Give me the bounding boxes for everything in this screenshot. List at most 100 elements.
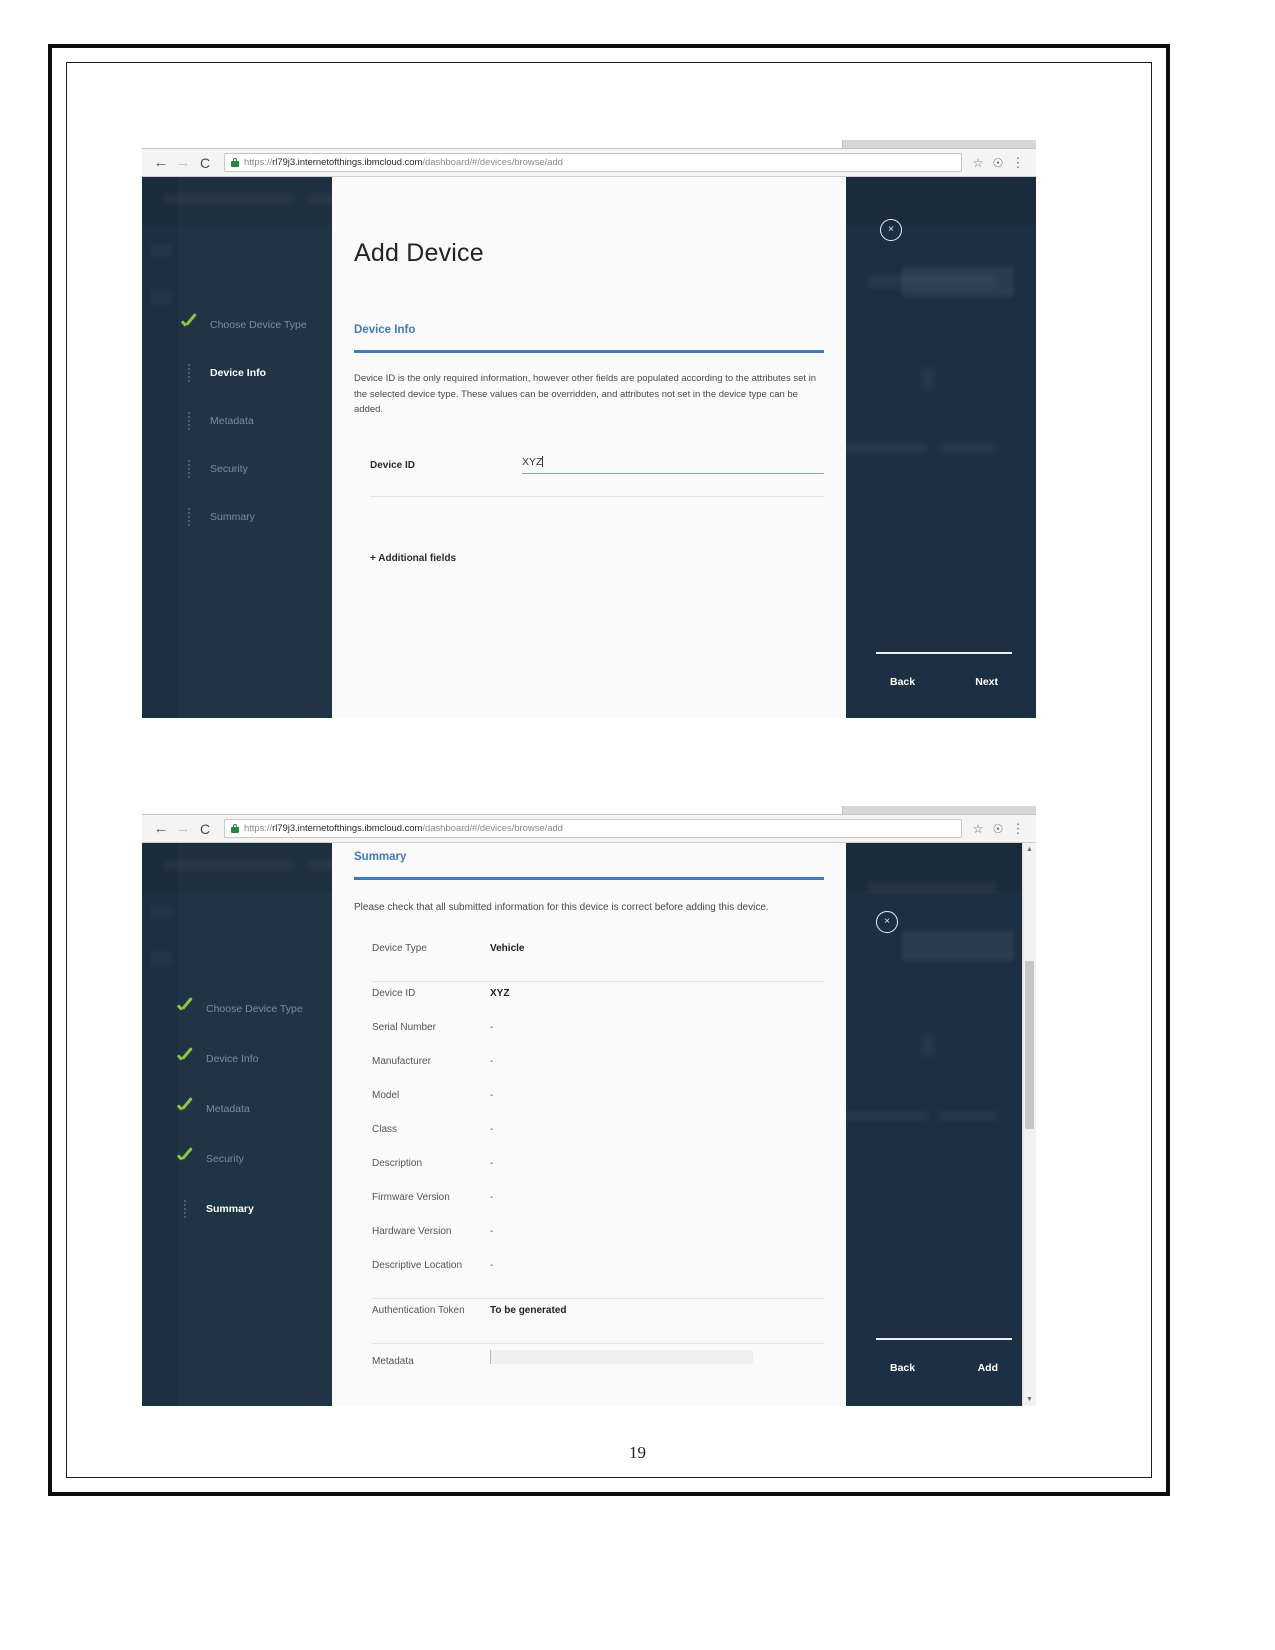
app-viewport-bottom: Choose Device Type Device Info Metadata …: [142, 843, 1036, 1406]
sidebar-step-summary[interactable]: Summary: [176, 506, 255, 528]
chevron-up-icon[interactable]: ▲: [1023, 843, 1036, 856]
sidebar-step-choose-device-type[interactable]: Choose Device Type: [172, 998, 303, 1020]
sidebar-step-metadata[interactable]: Metadata: [176, 410, 254, 432]
kebab-menu-icon[interactable]: ⋮: [1008, 152, 1028, 174]
table-row: Model -: [372, 1090, 824, 1124]
summary-key: Manufacturer: [372, 1056, 431, 1067]
summary-divider: [372, 1343, 824, 1344]
summary-value: XYZ: [490, 988, 510, 999]
next-button[interactable]: Next: [975, 676, 998, 688]
field-divider: [370, 496, 824, 498]
sidebar-step-security[interactable]: Security: [172, 1148, 244, 1170]
table-row: Manufacturer -: [372, 1056, 824, 1090]
sidebar-step-device-info[interactable]: Device Info: [176, 362, 266, 384]
address-bar-bottom[interactable]: https://rl79j3.internetofthings.ibmcloud…: [224, 819, 962, 838]
browser-toolbar-bottom: ← → C https://rl79j3.internetofthings.ib…: [142, 815, 1036, 843]
table-row: Class -: [372, 1124, 824, 1158]
summary-key: Serial Number: [372, 1022, 436, 1033]
text-caret: [542, 456, 544, 468]
table-row: Device Type Vehicle: [372, 943, 824, 977]
summary-table: Device Type Vehicle Device ID XYZ Serial…: [354, 943, 824, 1384]
summary-value: -: [490, 1022, 494, 1033]
footer-divider: [876, 1338, 1012, 1340]
table-row: Device ID XYZ: [372, 988, 824, 1022]
browser-tab-strip-bottom[interactable]: [142, 806, 1036, 815]
table-row: Metadata: [372, 1350, 824, 1384]
step-check-icon: [172, 1151, 198, 1167]
step-label: Summary: [210, 511, 255, 523]
summary-value: -: [490, 1260, 494, 1271]
step-label: Security: [210, 463, 248, 475]
summary-key: Description: [372, 1158, 423, 1169]
summary-key: Class: [372, 1124, 398, 1135]
device-id-field-row: Device ID XYZ: [354, 452, 824, 475]
table-row: Description -: [372, 1158, 824, 1192]
step-check-icon: [176, 317, 202, 333]
step-check-icon: [172, 1101, 198, 1117]
device-id-label: Device ID: [370, 460, 416, 472]
profile-icon[interactable]: ☉: [988, 152, 1008, 174]
active-tab[interactable]: [142, 140, 843, 148]
summary-key: Model: [372, 1090, 400, 1101]
chevron-down-icon[interactable]: ▼: [1023, 1393, 1036, 1406]
table-row: Authentication Token To be generated: [372, 1305, 824, 1339]
close-icon[interactable]: ×: [876, 911, 898, 933]
reload-icon[interactable]: C: [194, 152, 216, 174]
summary-value: -: [490, 1124, 494, 1135]
summary-key: Hardware Version: [372, 1226, 452, 1237]
star-icon[interactable]: ☆: [968, 152, 988, 174]
device-id-input[interactable]: XYZ: [522, 452, 824, 475]
browser-tab-strip-top[interactable]: [142, 140, 1036, 149]
sidebar-step-device-info[interactable]: Device Info: [172, 1048, 259, 1070]
step-label: Security: [206, 1153, 244, 1165]
vertical-scrollbar[interactable]: ▲ ▼: [1022, 843, 1036, 1406]
lock-icon: [231, 824, 239, 833]
back-arrow-icon[interactable]: ←: [150, 818, 172, 840]
profile-icon[interactable]: ☉: [988, 818, 1008, 840]
additional-fields-link[interactable]: + Additional fields: [354, 553, 824, 564]
active-tab[interactable]: [142, 806, 843, 814]
section-underline: [354, 877, 824, 880]
summary-note: Please check that all submitted informat…: [354, 902, 769, 913]
lock-icon: [231, 158, 239, 167]
modal-footer-top: Back Next: [876, 652, 1012, 688]
scrollbar-thumb[interactable]: [1025, 961, 1034, 1129]
reload-icon[interactable]: C: [194, 818, 216, 840]
summary-divider: [372, 1298, 824, 1299]
back-button[interactable]: Back: [890, 676, 915, 688]
table-row: Descriptive Location -: [372, 1260, 824, 1294]
step-check-icon: [172, 1001, 198, 1017]
app-viewport-top: Choose Device Type Device Info Metadata …: [142, 177, 1036, 718]
add-device-summary-modal: Summary Please check that all submitted …: [332, 843, 846, 1406]
step-label: Choose Device Type: [206, 1003, 303, 1015]
browser-window-bottom: ← → C https://rl79j3.internetofthings.ib…: [142, 806, 1036, 1406]
step-dots-icon: [176, 508, 202, 526]
step-label: Device Info: [210, 367, 267, 379]
summary-value: -: [490, 1158, 494, 1169]
modal-right-pane-bottom: × Back Add: [846, 843, 1036, 1406]
sidebar-step-metadata[interactable]: Metadata: [172, 1098, 250, 1120]
browser-toolbar-top: ← → C https://rl79j3.internetofthings.ib…: [142, 149, 1036, 177]
metadata-value-box[interactable]: [490, 1350, 753, 1364]
address-bar-top[interactable]: https://rl79j3.internetofthings.ibmcloud…: [224, 153, 962, 172]
forward-arrow-icon: →: [175, 820, 191, 837]
summary-key: Firmware Version: [372, 1192, 450, 1203]
star-icon[interactable]: ☆: [968, 818, 988, 840]
section-heading-device-info: Device Info: [354, 324, 416, 336]
sidebar-step-summary[interactable]: Summary: [172, 1198, 254, 1220]
back-button[interactable]: Back: [890, 1362, 915, 1374]
summary-value: -: [490, 1090, 494, 1101]
add-button[interactable]: Add: [978, 1362, 998, 1374]
step-label: Choose Device Type: [210, 319, 307, 331]
summary-key: Device Type: [372, 943, 427, 954]
close-icon[interactable]: ×: [880, 219, 902, 241]
sidebar-step-security[interactable]: Security: [176, 458, 248, 480]
back-arrow-icon[interactable]: ←: [150, 152, 172, 174]
modal-right-pane-top: × Back Next: [846, 177, 1036, 718]
browser-window-top: ← → C https://rl79j3.internetofthings.ib…: [142, 140, 1036, 718]
sidebar-step-choose-device-type[interactable]: Choose Device Type: [176, 314, 307, 336]
kebab-menu-icon[interactable]: ⋮: [1008, 818, 1028, 840]
url-scheme: https://: [244, 157, 273, 168]
summary-key: Device ID: [372, 988, 416, 999]
summary-key: Metadata: [372, 1356, 414, 1367]
